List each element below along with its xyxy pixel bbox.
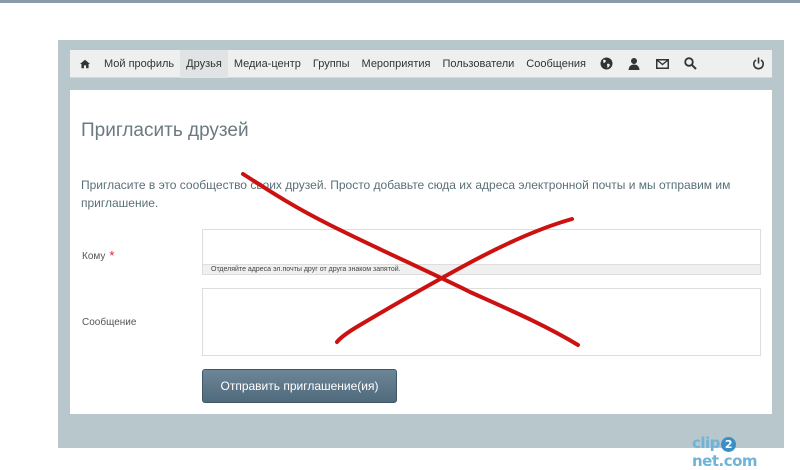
main-content: Пригласить друзей Пригласите в это сообщ… <box>70 90 772 414</box>
globe-icon <box>600 57 612 70</box>
intro-text: Пригласите в это сообщество своих друзей… <box>81 178 731 210</box>
nav-media-center[interactable]: Медиа-центр <box>228 50 307 78</box>
send-invitation-button[interactable]: Отправить приглашение(ия) <box>202 369 397 403</box>
page-title: Пригласить друзей <box>81 120 249 141</box>
nav-home[interactable] <box>70 50 98 78</box>
to-email-field[interactable] <box>202 229 761 265</box>
nav-groups[interactable]: Группы <box>307 50 356 78</box>
to-label: Кому * <box>82 248 114 263</box>
watermark-logo: clip 2net.com <box>692 434 796 470</box>
friend-requests-icon <box>628 58 640 70</box>
nav-search[interactable] <box>676 50 704 78</box>
to-label-text: Кому <box>82 251 106 262</box>
message-label: Сообщение <box>82 317 137 328</box>
watermark-text-start: clip <box>692 434 720 452</box>
watermark-text-middle: 2 <box>720 437 736 452</box>
top-border <box>0 0 800 3</box>
to-field-hint: Отделяйте адреса эл.почты друг от друга … <box>202 265 761 275</box>
nav-mail[interactable] <box>648 50 676 78</box>
nav-messages[interactable]: Сообщения <box>520 50 592 78</box>
home-icon <box>80 59 90 68</box>
required-mark: * <box>109 248 115 263</box>
mail-icon <box>655 58 669 69</box>
power-icon <box>752 57 764 70</box>
nav-friend-requests[interactable] <box>620 50 648 78</box>
nav-events[interactable]: Мероприятия <box>356 50 437 78</box>
page-frame: Мой профиль Друзья Медиа-центр Группы Ме… <box>58 40 784 448</box>
nav-friends[interactable]: Друзья <box>180 49 228 78</box>
nav-my-profile[interactable]: Мой профиль <box>98 50 180 78</box>
watermark-text-end: net.com <box>692 452 758 470</box>
nav-globe[interactable] <box>592 50 620 78</box>
nav-logout[interactable] <box>744 50 772 78</box>
message-field[interactable] <box>202 288 761 356</box>
search-icon <box>683 57 697 70</box>
nav-users[interactable]: Пользователи <box>437 50 521 78</box>
top-navbar: Мой профиль Друзья Медиа-центр Группы Ме… <box>70 49 772 78</box>
